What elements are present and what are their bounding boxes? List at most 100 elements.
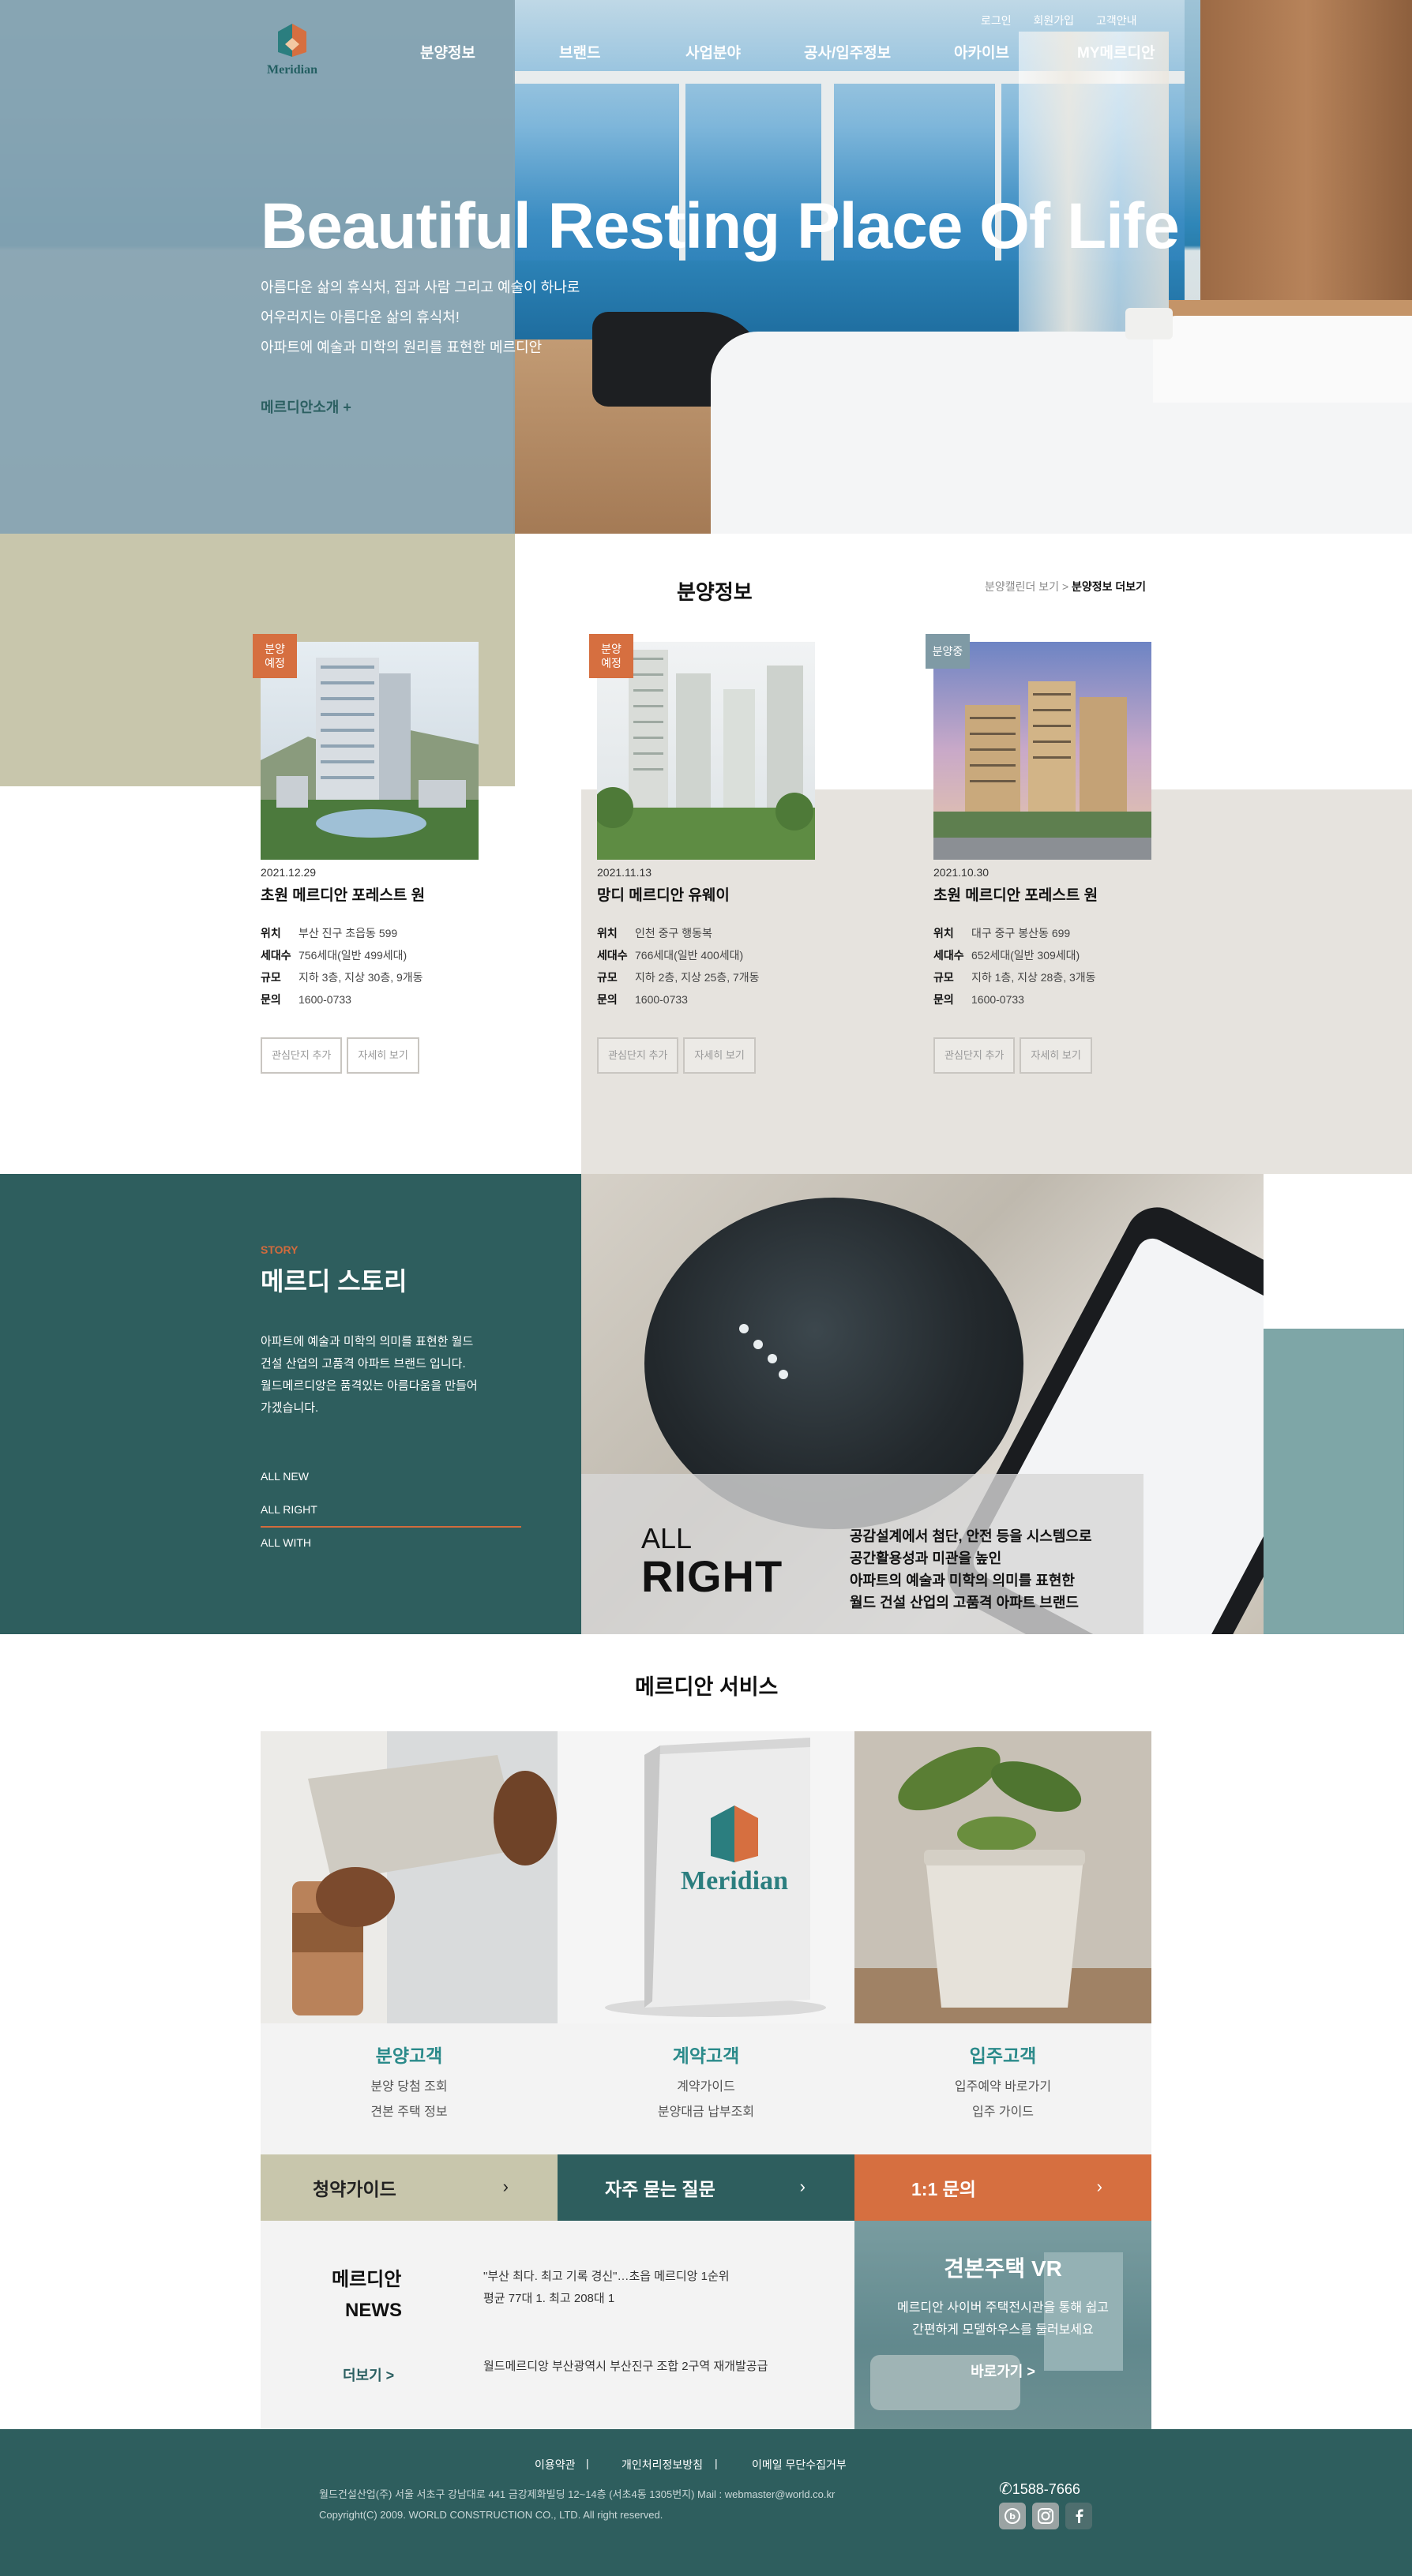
add-interest-button[interactable]: 관심단지 추가 xyxy=(261,1037,343,1074)
households-label: 세대수 xyxy=(933,949,964,962)
story-label: STORY xyxy=(261,1243,299,1256)
scale-value: 지하 1층, 지상 28층, 3개동 xyxy=(971,971,1096,984)
service-link[interactable]: 분양 당첨 조회 xyxy=(261,2075,558,2094)
location-value: 인천 중구 행동복 xyxy=(635,927,712,939)
add-interest-button[interactable]: 관심단지 추가 xyxy=(933,1037,1016,1074)
service-link[interactable]: 분양대금 납부조회 xyxy=(558,2101,854,2120)
vr-go-link[interactable]: 바로가기 > xyxy=(854,2360,1151,2381)
chevron-right-icon: › xyxy=(502,2177,509,2196)
contact-value: 1600-0733 xyxy=(299,993,351,1006)
bar-label: 자주 묻는 질문 xyxy=(605,2179,715,2199)
footer-address: 월드건설산업(주) 서울 서초구 강남대로 441 금강제화빌딩 12~14층 … xyxy=(319,2488,836,2500)
footer-terms-link[interactable]: 이용약관 xyxy=(535,2457,576,2473)
households-value: 652세대(일반 309세대) xyxy=(971,949,1080,962)
footer-copyright: Copyright(C) 2009. WORLD CONSTRUCTION CO… xyxy=(319,2509,663,2521)
faq-button[interactable]: 자주 묻는 질문 › xyxy=(558,2154,854,2221)
story-menu-all-right[interactable]: ALL RIGHT xyxy=(261,1503,317,1516)
service-card-title: 분양고객 xyxy=(375,2045,443,2066)
service-card-contract[interactable]: 계약고객 계약가이드 분양대금 납부조회 xyxy=(558,2023,854,2154)
service-card-sales[interactable]: 분양고객 분양 당첨 조회 견본 주택 정보 xyxy=(261,2023,558,2154)
sales-calendar-link[interactable]: 분양캘린더 보기 > xyxy=(985,580,1068,593)
story-menu-active-underline xyxy=(261,1526,521,1528)
service-image-moving[interactable] xyxy=(854,1731,1151,2023)
vr-model-house-panel[interactable]: 견본주택 VR 메르디안 사이버 주택전시관을 통해 쉽고 간편하게 모델하우스… xyxy=(854,2221,1151,2429)
story-caption-big: RIGHT xyxy=(641,1551,783,1601)
hero-text-line: 아파트에 예술과 미학의 원리를 표현한 메르디안 xyxy=(261,339,543,355)
sales-complex-name: 초원 메르디안 포레스트 원 xyxy=(261,887,426,904)
apartment-render-image xyxy=(933,642,1151,860)
sales-date: 2021.10.30 xyxy=(933,866,990,879)
add-interest-button[interactable]: 관심단지 추가 xyxy=(597,1037,679,1074)
sales-info-table: 위치 대구 중구 봉산동 699 세대수 652세대(일반 309세대) 규모 지하 … xyxy=(933,922,1096,1011)
services-title: 메르디안 서비스 xyxy=(635,1675,779,1699)
nav-item-brand[interactable]: 브랜드 xyxy=(559,41,600,62)
story-menu-all-new[interactable]: ALL NEW xyxy=(261,1470,309,1483)
login-link[interactable]: 로그인 xyxy=(981,14,1012,27)
location-value: 대구 중구 봉산동 699 xyxy=(971,927,1071,939)
service-link[interactable]: 입주 가이드 xyxy=(854,2101,1151,2120)
footer-privacy-link[interactable]: 개인처리정보방침 xyxy=(622,2457,703,2473)
footer-email-policy-link[interactable]: 이메일 무단수집거부 xyxy=(752,2457,847,2473)
service-image-contract[interactable]: Meridian xyxy=(558,1731,854,2023)
subscription-guide-button[interactable]: 청약가이드 › xyxy=(261,2154,558,2221)
sales-card[interactable]: 분양 예정 2021.12.29 초원 메르디안 포레스트 원 위치 부산 진구 … xyxy=(253,634,482,1074)
sales-card[interactable]: 분양 예정 2021.11.13 망디 메르디안 유웨이 위치 인천 중구 행동복… xyxy=(589,634,818,1074)
service-card-title: 계약고객 xyxy=(672,2045,740,2066)
nav-item-construction[interactable]: 공사/입주정보 xyxy=(804,41,891,62)
view-detail-button[interactable]: 자세히 보기 xyxy=(683,1037,756,1074)
status-badge: 분양 예정 xyxy=(589,634,633,678)
about-meridian-link[interactable]: 메르디안소개 + xyxy=(261,396,351,417)
logo-mark-icon xyxy=(278,24,306,57)
nav-item-my[interactable]: MY메르디안 xyxy=(1077,41,1155,62)
contact-value: 1600-0733 xyxy=(635,993,688,1006)
location-label: 위치 xyxy=(933,927,954,939)
story-text-line: 건설 산업의 고품격 아파트 브랜드 입니다. xyxy=(261,1357,466,1370)
hero-wall xyxy=(1200,0,1412,332)
nav-item-business[interactable]: 사업분야 xyxy=(685,41,741,62)
households-value: 756세대(일반 499세대) xyxy=(299,949,407,962)
signup-link[interactable]: 회원가입 xyxy=(1034,14,1075,27)
brand-logo[interactable]: Meridian xyxy=(261,21,324,77)
bar-label: 청약가이드 xyxy=(313,2179,396,2199)
inquiry-button[interactable]: 1:1 문의 › xyxy=(854,2154,1151,2221)
service-card-moving[interactable]: 입주고객 입주예약 바로가기 입주 가이드 xyxy=(854,2023,1151,2154)
contact-label: 문의 xyxy=(261,993,281,1006)
households-value: 766세대(일반 400세대) xyxy=(635,949,744,962)
story-caption-line: 아파트의 예술과 미학의 의미를 표현한 xyxy=(850,1573,1075,1588)
customer-guide-link[interactable]: 고객안내 xyxy=(1096,14,1137,27)
nav-item-sales[interactable]: 분양정보 xyxy=(420,41,475,62)
sales-card-image[interactable] xyxy=(933,642,1151,860)
sales-info-table: 위치 부산 진구 초읍동 599 세대수 756세대(일반 499세대) 규모 지하 … xyxy=(261,922,423,1011)
hero-title: Beautiful Resting Place Of Life xyxy=(261,190,1180,262)
view-detail-button[interactable]: 자세히 보기 xyxy=(347,1037,419,1074)
story-menu-all-with[interactable]: ALL WITH xyxy=(261,1536,311,1549)
service-link[interactable]: 견본 주택 정보 xyxy=(261,2101,558,2120)
facebook-icon[interactable] xyxy=(1065,2503,1092,2529)
scale-label: 규모 xyxy=(933,971,954,984)
phone-icon: ✆ xyxy=(999,2480,1012,2498)
view-detail-button[interactable]: 자세히 보기 xyxy=(1020,1037,1092,1074)
instagram-icon[interactable] xyxy=(1032,2503,1059,2529)
sales-card[interactable]: 분양중 2021.10.30 초원 메르디안 포레스트 원 위치 대구 중구 봉산… xyxy=(926,634,1155,1074)
status-badge: 분양 예정 xyxy=(253,634,297,678)
story-text-line: 월드메르디앙은 품격있는 아름다움을 만들어 xyxy=(261,1379,478,1393)
sales-more-link[interactable]: 분양정보 더보기 xyxy=(1072,580,1146,593)
blog-icon[interactable]: b xyxy=(999,2503,1026,2529)
nav-item-archive[interactable]: 아카이브 xyxy=(954,41,1009,62)
news-item[interactable]: "부산 최다. 최고 기록 경신"…초읍 메르디앙 1순위 xyxy=(483,2267,730,2284)
news-item[interactable]: 평균 77대 1. 최고 208대 1 xyxy=(483,2289,614,2306)
news-item[interactable]: 월드메르디앙 부산광역시 부산진구 조합 2구역 재개발공급 xyxy=(483,2357,768,2374)
news-more-link[interactable]: 더보기 > xyxy=(343,2364,394,2385)
story-caption-line: 월드 건설 산업의 고품격 아파트 브랜드 xyxy=(850,1595,1079,1610)
service-image-sales[interactable] xyxy=(261,1731,558,2023)
service-card-title: 입주고객 xyxy=(969,2045,1037,2066)
scale-label: 규모 xyxy=(261,971,281,984)
story-caption-line: 공감설계에서 첨단, 안전 등을 시스템으로 xyxy=(850,1528,1092,1544)
phone-number: 1588-7666 xyxy=(1012,2481,1080,2497)
location-label: 위치 xyxy=(261,927,281,939)
story-title: 메르디 스토리 xyxy=(261,1267,407,1295)
service-link[interactable]: 입주예약 바로가기 xyxy=(854,2075,1151,2094)
service-link[interactable]: 계약가이드 xyxy=(558,2075,854,2094)
footer-phone: ✆1588-7666 xyxy=(999,2479,1080,2499)
svg-text:Meridian: Meridian xyxy=(681,1866,788,1895)
